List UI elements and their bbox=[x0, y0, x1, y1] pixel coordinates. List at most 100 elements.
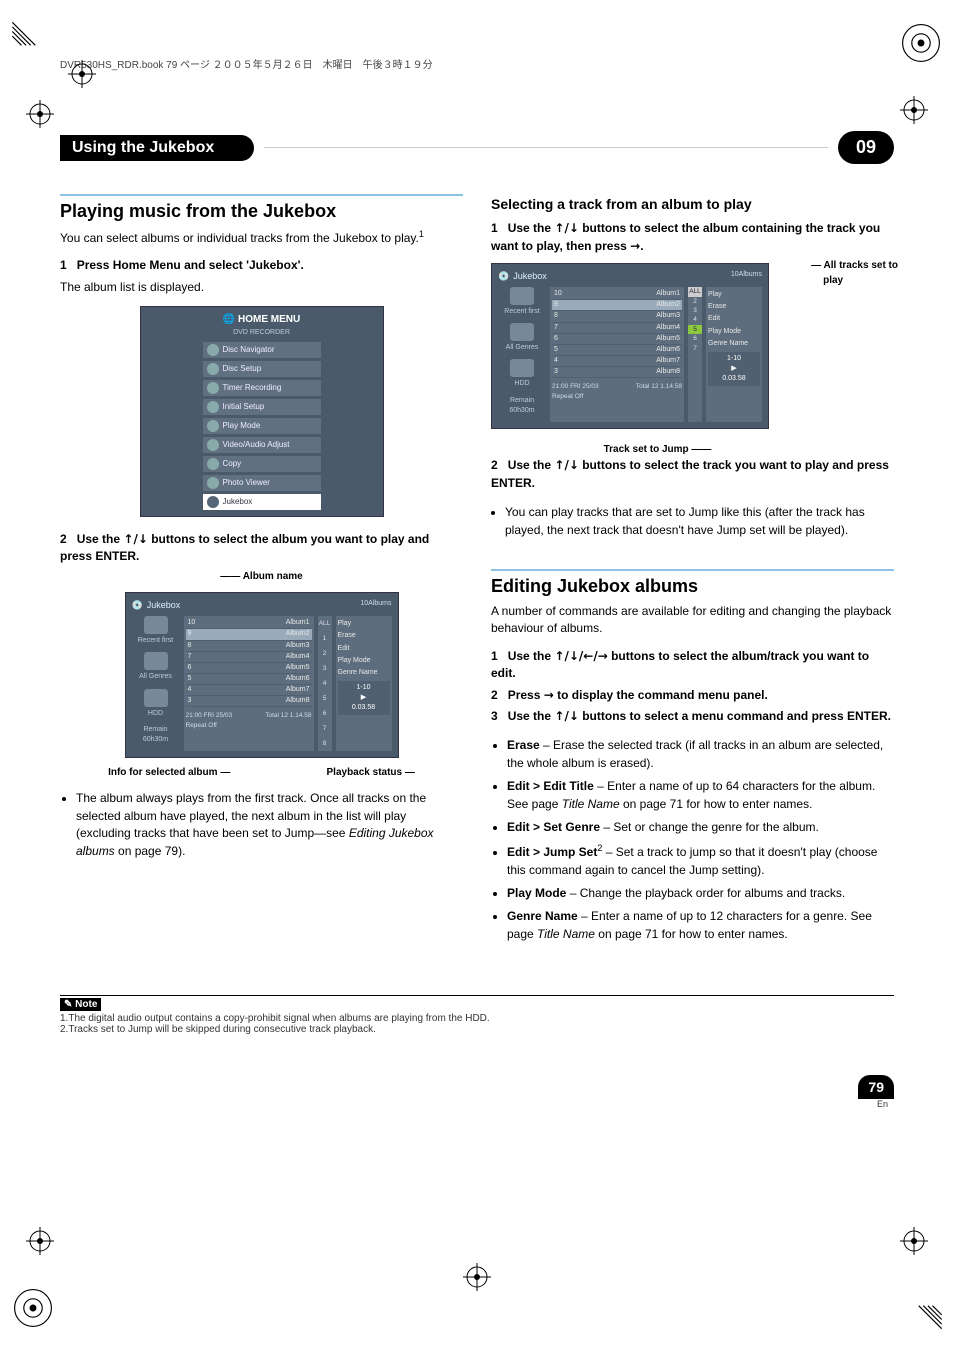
side-hdd: HDD bbox=[498, 359, 546, 389]
track-number-column: ALL 1 2 3 4 5 6 7 8 bbox=[318, 616, 332, 751]
track-set-to-jump-label: Track set to Jump —— bbox=[491, 443, 824, 458]
photo-viewer-icon bbox=[207, 477, 219, 489]
register-mark-icon bbox=[900, 1227, 928, 1255]
disc-setup-icon bbox=[207, 363, 219, 375]
right-sub-bullet: You can play tracks that are set to Jump… bbox=[505, 504, 894, 539]
intro-text: You can select albums or individual trac… bbox=[60, 228, 463, 247]
home-menu-item-selected[interactable]: Jukebox bbox=[203, 494, 321, 510]
right-step-2: 2 Use the ↑/↓ buttons to select the trac… bbox=[491, 457, 894, 492]
register-mark-icon bbox=[26, 1227, 54, 1255]
command-menu[interactable]: Play Erase Edit Play Mode Genre Name 1-1… bbox=[336, 616, 392, 751]
side-all-genres[interactable]: All Genres bbox=[132, 652, 180, 682]
edit-step-1: 1 Use the ↑/↓/←/→ buttons to select the … bbox=[491, 648, 894, 683]
cmd-set-genre: Edit > Set Genre – Set or change the gen… bbox=[507, 819, 894, 836]
setup-icon bbox=[207, 401, 219, 413]
register-mark-icon bbox=[463, 1263, 491, 1291]
edit-step-2: 2 Press → to display the command menu pa… bbox=[491, 687, 894, 704]
note-section: Note 1.The digital audio output contains… bbox=[60, 995, 894, 1035]
footnote-2: 2.Tracks set to Jump will be skipped dur… bbox=[60, 1024, 894, 1035]
home-menu-item[interactable]: Play Mode bbox=[203, 418, 321, 434]
jump-track-highlight: 5 bbox=[688, 325, 702, 334]
up-down-arrows-icon: ↑/↓ bbox=[554, 221, 579, 235]
playback-status-box: 1-10 ▶ 0.03.58 bbox=[338, 681, 390, 715]
av-adjust-icon bbox=[207, 439, 219, 451]
side-recent-first[interactable]: Recent first bbox=[498, 287, 546, 317]
play-icon: ▶ bbox=[361, 694, 366, 701]
timer-icon bbox=[207, 382, 219, 394]
all-arrows-icon: ↑/↓/←/→ bbox=[554, 649, 607, 663]
jukebox-track-screenshot: 💿 Jukebox 10Albums Recent first All Genr… bbox=[491, 263, 769, 429]
home-menu-item[interactable]: Photo Viewer bbox=[203, 475, 321, 491]
printer-mark-icon bbox=[898, 20, 944, 66]
track-number-column[interactable]: ALL 2 3 4 5 6 7 bbox=[688, 287, 702, 422]
disc-icon: 💿 bbox=[498, 270, 509, 283]
printer-mark-icon bbox=[10, 20, 56, 66]
bottom-captions: Info for selected album — Playback statu… bbox=[60, 766, 463, 781]
right-step-1: 1 Use the ↑/↓ buttons to select the albu… bbox=[491, 220, 894, 255]
jukebox-icon bbox=[207, 496, 219, 508]
book-header-text: DVR530HS_RDR.book 79 ページ ２００５年５月２６日 木曜日 … bbox=[60, 56, 433, 71]
disc-icon bbox=[207, 344, 219, 356]
step-1-left: 1 Press Home Menu and select 'Jukebox'. bbox=[60, 257, 463, 274]
page-language: En bbox=[60, 1099, 894, 1109]
home-menu-item[interactable]: Video/Audio Adjust bbox=[203, 437, 321, 453]
right-column: Selecting a track from an album to play … bbox=[491, 194, 894, 955]
left-column: Playing music from the Jukebox You can s… bbox=[60, 194, 463, 955]
home-menu-item[interactable]: Timer Recording bbox=[203, 380, 321, 396]
play-mode-icon bbox=[207, 420, 219, 432]
chapter-number: 09 bbox=[838, 131, 894, 164]
cmd-edit-title: Edit > Edit Title – Enter a name of up t… bbox=[507, 778, 894, 813]
hdd-icon bbox=[144, 689, 168, 707]
subsection-selecting-track: Selecting a track from an album to play bbox=[491, 194, 894, 214]
side-all-genres[interactable]: All Genres bbox=[498, 323, 546, 353]
printer-mark-icon bbox=[10, 1285, 56, 1331]
play-icon: ▶ bbox=[731, 365, 736, 372]
printer-mark-icon bbox=[898, 1285, 944, 1331]
chapter-title-bar: Using the Jukebox 09 bbox=[60, 131, 894, 164]
chapter-title: Using the Jukebox bbox=[60, 135, 254, 161]
side-recent-first[interactable]: Recent first bbox=[132, 616, 180, 646]
home-menu-screenshot: 🌐 HOME MENU DVD RECORDER Disc Navigator … bbox=[140, 306, 384, 517]
book-header-line: DVR530HS_RDR.book 79 ページ ２００５年５月２６日 木曜日 … bbox=[0, 0, 954, 71]
right-arrow-icon: → bbox=[630, 239, 640, 253]
playback-status-box: 1-10 ▶ 0.03.58 bbox=[708, 352, 760, 386]
home-menu-item[interactable]: Disc Setup bbox=[203, 361, 321, 377]
section-heading-playing: Playing music from the Jukebox bbox=[60, 198, 463, 224]
copy-icon bbox=[207, 458, 219, 470]
footnote-1: 1.The digital audio output contains a co… bbox=[60, 1013, 894, 1024]
all-tracks-label: — All tracks set to play bbox=[811, 259, 898, 288]
album-name-caption: —— Album name bbox=[60, 570, 463, 585]
up-down-arrows-icon: ↑/↓ bbox=[123, 532, 148, 546]
album-list[interactable]: 10Album1 9Album2 8Album3 7Album4 6Album5… bbox=[184, 616, 314, 751]
cmd-erase: Erase – Erase the selected track (if all… bbox=[507, 737, 894, 772]
up-down-arrows-icon: ↑/↓ bbox=[554, 458, 579, 472]
page-number: 79 bbox=[858, 1075, 894, 1099]
home-menu-item[interactable]: Initial Setup bbox=[203, 399, 321, 415]
thumbnail-icon bbox=[510, 287, 534, 305]
cmd-jump-set: Edit > Jump Set2 – Set a track to jump s… bbox=[507, 842, 894, 879]
home-menu-item[interactable]: Disc Navigator bbox=[203, 342, 321, 358]
note-label: Note bbox=[60, 998, 101, 1011]
home-menu-item[interactable]: Copy bbox=[203, 456, 321, 472]
step-1-left-after: The album list is displayed. bbox=[60, 279, 463, 296]
up-down-arrows-icon: ↑/↓ bbox=[554, 709, 579, 723]
genre-icon bbox=[510, 323, 534, 341]
disc-icon: 💿 bbox=[132, 599, 143, 612]
jukebox-album-screenshot: 💿 Jukebox 10Albums Recent first All Genr… bbox=[125, 592, 399, 758]
right-arrow-icon: → bbox=[544, 688, 554, 702]
section-heading-editing: Editing Jukebox albums bbox=[491, 573, 894, 599]
side-remain: Remain60h30m bbox=[498, 396, 546, 416]
editing-intro: A number of commands are available for e… bbox=[491, 603, 894, 638]
page-number-block: 79 En bbox=[60, 1075, 894, 1109]
side-remain: Remain60h30m bbox=[132, 725, 180, 745]
thumbnail-icon bbox=[144, 616, 168, 634]
genre-icon bbox=[144, 652, 168, 670]
album-list[interactable]: 10Album1 9Album2 8Album3 7Album4 6Album5… bbox=[550, 287, 684, 422]
step-2-left: 2 Use the ↑/↓ buttons to select the albu… bbox=[60, 531, 463, 566]
left-bullet-1: The album always plays from the first tr… bbox=[76, 790, 463, 860]
cmd-play-mode: Play Mode – Change the playback order fo… bbox=[507, 885, 894, 902]
command-menu[interactable]: Play Erase Edit Play Mode Genre Name 1-1… bbox=[706, 287, 762, 422]
hdd-icon bbox=[510, 359, 534, 377]
side-hdd: HDD bbox=[132, 689, 180, 719]
cmd-genre-name: Genre Name – Enter a name of up to 12 ch… bbox=[507, 908, 894, 943]
